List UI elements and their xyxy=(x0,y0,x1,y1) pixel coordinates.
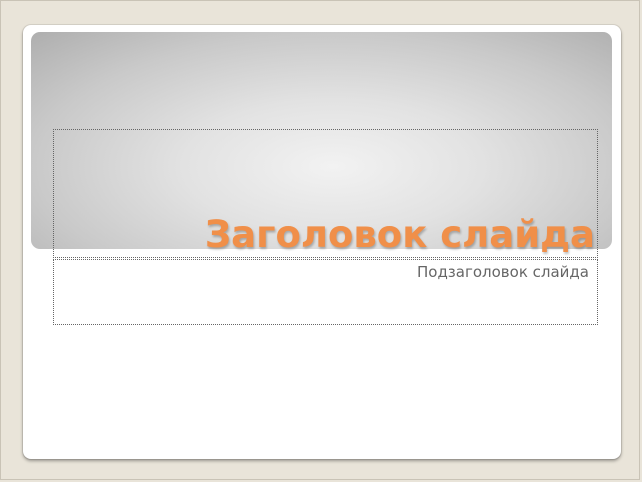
slide-title[interactable]: Заголовок слайда xyxy=(205,213,595,257)
slide-subtitle[interactable]: Подзаголовок слайда xyxy=(417,262,589,282)
title-placeholder[interactable]: Заголовок слайда xyxy=(53,129,598,258)
subtitle-placeholder[interactable]: Подзаголовок слайда xyxy=(53,259,598,325)
slide-canvas[interactable]: Заголовок слайда Подзаголовок слайда xyxy=(23,25,621,459)
slide-editing-area: Заголовок слайда Подзаголовок слайда xyxy=(0,0,640,480)
